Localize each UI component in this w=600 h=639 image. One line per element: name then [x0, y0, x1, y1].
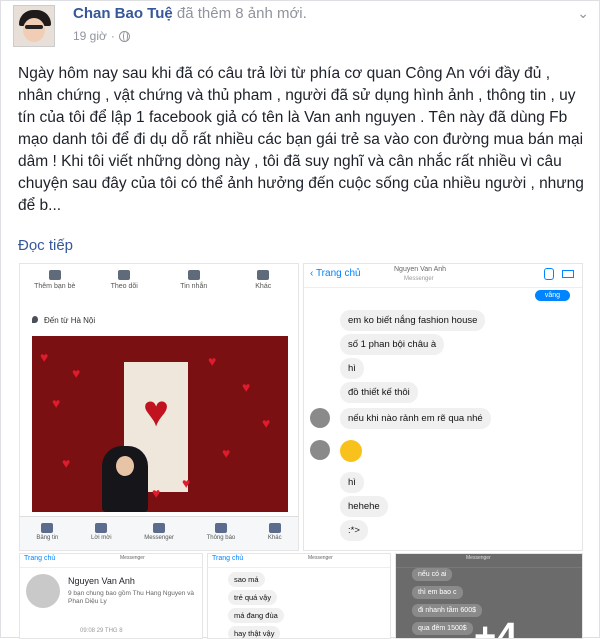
chat-avatar: [310, 408, 330, 428]
news-feed-icon: [41, 523, 54, 533]
chat-bubble: hehehe: [340, 496, 388, 517]
menu-tab: Khác: [268, 517, 282, 550]
more-photos-count[interactable]: +4: [474, 616, 517, 638]
news-feed-tab: Bảng tin: [36, 517, 58, 550]
chat-bubble: :*>: [340, 520, 368, 541]
chat-bubble: số 1 phan bội châu à: [340, 334, 445, 355]
profile-action-tabs: Thêm bạn bè Theo dõi Tin nhắn Khác: [20, 268, 298, 308]
post-photo-chat-profile[interactable]: Trang chủ Messenger Nguyen Van Anh 9 bạn…: [19, 553, 203, 639]
chat-header: Messenger: [396, 554, 582, 568]
notifications-tab: Thông báo: [207, 517, 235, 550]
profile-location: Đến từ Hà Nội: [32, 316, 95, 325]
post-photo-profile[interactable]: Thêm bạn bè Theo dõi Tin nhắn Khác Đến t…: [19, 263, 299, 551]
add-friend-icon: [48, 270, 61, 280]
messenger-tab: Messenger: [144, 517, 174, 550]
messenger-icon: [153, 523, 166, 533]
author-name-link[interactable]: Chan Bao Tuệ: [73, 5, 173, 22]
chat-bubble: nếu có ai: [412, 568, 453, 581]
chat-header: Trang chủ Messenger: [208, 554, 390, 568]
follow-icon: [118, 270, 131, 280]
post-header: Chan Bao Tuệ đã thêm 8 ảnh mới. 19 giờ ·…: [13, 5, 589, 51]
more-dots-icon: [257, 270, 270, 280]
chat-header: ‹ Trang chủ Nguyen Van Anh Messenger: [304, 264, 582, 288]
profile-bottom-nav: Bảng tin Lời mời Messenger Thông báo Khá…: [20, 516, 298, 550]
post-body-text: Ngày hôm nay sau khi đã có câu trả lời t…: [18, 65, 584, 214]
requests-tab: Lời mời: [91, 517, 112, 550]
chat-bubble: nếu khi nào rảnh em rẽ qua nhé: [340, 408, 491, 429]
sent-bubble: vâng: [534, 290, 570, 301]
menu-icon: [268, 523, 281, 533]
mutual-friends-text: 9 bạn chung bao gồm Thu Hang Nguyen và P…: [68, 590, 194, 605]
post-photo-chat[interactable]: ‹ Trang chủ Nguyen Van Anh Messenger vân…: [303, 263, 583, 551]
location-pin-icon: [32, 316, 38, 323]
post-action-text: đã thêm 8 ảnh mới.: [176, 5, 307, 22]
chat-bubble: hì: [340, 358, 364, 379]
chat-bubble: má đang đùa: [228, 608, 284, 623]
profile-photo-scene: ♥ ♥ ♥ ♥ ♥ ♥ ♥ ♥ ♥ ♥ ♥: [32, 336, 288, 512]
post-meta: 19 giờ ·: [73, 29, 130, 43]
facebook-post: Chan Bao Tuệ đã thêm 8 ảnh mới. 19 giờ ·…: [0, 0, 600, 639]
chat-avatar: [310, 440, 330, 460]
chat-date: 09:08 29 THG 8: [80, 628, 123, 634]
chat-bubble: đồ thiết kế thôi: [340, 382, 418, 403]
phone-icon: [544, 268, 554, 280]
follow-tab: Theo dõi: [99, 268, 149, 308]
post-timestamp[interactable]: 19 giờ: [73, 29, 107, 43]
post-photo-more[interactable]: Messenger nếu có ai thì em bao c đi nhan…: [395, 553, 583, 639]
chat-bubble: sao má: [228, 572, 265, 587]
post-photo-chat-2[interactable]: Trang chủ Messenger sao má trẻ quá vậy m…: [207, 553, 391, 639]
author-avatar[interactable]: [13, 5, 55, 47]
contact-avatar: [26, 574, 60, 608]
chat-bubble: hì: [340, 472, 364, 493]
messenger-icon: [187, 270, 200, 280]
post-title-line: Chan Bao Tuệ đã thêm 8 ảnh mới.: [73, 5, 307, 22]
chat-bubble: hay thật vậy: [228, 626, 281, 638]
chat-bubble: qua đêm 1500$: [412, 622, 473, 635]
globe-icon: [214, 523, 227, 533]
chat-bubble: em ko biết nắng fashion house: [340, 310, 486, 331]
add-friend-tab: Thêm bạn bè: [30, 268, 80, 308]
contact-name: Nguyen Van Anh: [68, 576, 135, 586]
video-icon: [562, 270, 574, 278]
chat-bubble: thì em bao c: [412, 586, 463, 599]
message-tab: Tin nhắn: [169, 268, 219, 308]
more-tab: Khác: [238, 268, 288, 308]
chat-bubble: trẻ quá vậy: [228, 590, 278, 605]
read-more-link[interactable]: Đọc tiếp: [18, 237, 73, 254]
chevron-down-icon[interactable]: ⌄: [577, 5, 589, 22]
friends-icon: [95, 523, 108, 533]
chat-bubble: đi nhanh tầm 600$: [412, 604, 482, 617]
chat-header: Trang chủ Messenger: [20, 554, 202, 568]
public-globe-icon: [118, 30, 130, 42]
smile-emoji-icon: [340, 440, 362, 462]
